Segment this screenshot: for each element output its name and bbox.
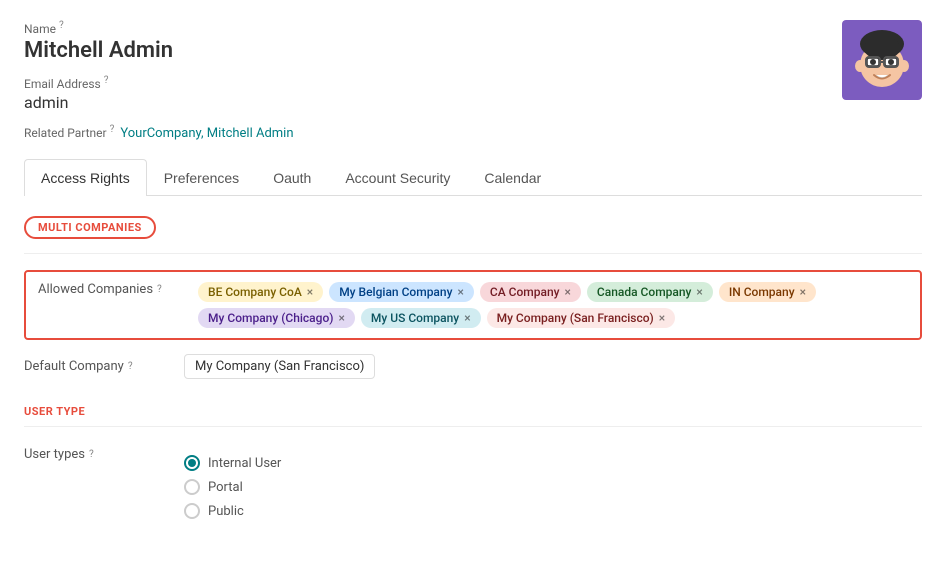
tab-account-security[interactable]: Account Security [328, 159, 467, 196]
tag-in-company-close[interactable]: × [800, 285, 806, 299]
tag-my-company-chicago: My Company (Chicago) × [198, 308, 355, 328]
user-type-radio-group: Internal User Portal Public [184, 455, 281, 519]
related-partner-label: Related Partner ? [24, 124, 114, 140]
tab-access-rights[interactable]: Access Rights [24, 159, 147, 196]
header-left: Name ? Mitchell Admin Email Address ? ad… [24, 20, 842, 142]
radio-item-public: Public [184, 503, 281, 519]
radio-item-portal: Portal [184, 479, 281, 495]
section-divider [24, 253, 922, 254]
tag-be-company-coa-close[interactable]: × [307, 285, 313, 299]
email-label: Email Address ? [24, 75, 842, 91]
default-company-label: Default Company ? [24, 359, 184, 374]
email-value: admin [24, 93, 842, 112]
tab-calendar[interactable]: Calendar [467, 159, 558, 196]
avatar [842, 20, 922, 100]
tag-my-belgian-company-close[interactable]: × [457, 285, 463, 299]
radio-internal[interactable] [184, 455, 200, 471]
related-partner-link[interactable]: YourCompany, Mitchell Admin [120, 126, 293, 141]
tag-my-company-sf: My Company (San Francisco) × [487, 308, 676, 328]
radio-public[interactable] [184, 503, 200, 519]
tag-canada-company: Canada Company × [587, 282, 713, 302]
name-value: Mitchell Admin [24, 38, 842, 63]
tag-ca-company: CA Company × [480, 282, 581, 302]
user-types-row: User types ? Internal User Portal Public [24, 443, 922, 523]
tag-my-belgian-company: My Belgian Company × [329, 282, 474, 302]
tab-oauth[interactable]: Oauth [256, 159, 328, 196]
tab-bar: Access Rights Preferences Oauth Account … [24, 158, 922, 196]
tag-my-company-sf-close[interactable]: × [659, 311, 665, 325]
tag-ca-company-close[interactable]: × [565, 285, 571, 299]
tag-canada-company-close[interactable]: × [696, 285, 702, 299]
header-section: Name ? Mitchell Admin Email Address ? ad… [24, 20, 922, 142]
radio-portal[interactable] [184, 479, 200, 495]
radio-internal-label: Internal User [208, 456, 281, 471]
allowed-companies-tags: BE Company CoA × My Belgian Company × CA… [198, 282, 908, 328]
user-types-label: User types ? [24, 447, 184, 462]
multi-companies-header: MULTI COMPANIES [24, 216, 156, 239]
default-company-row: Default Company ? My Company (San Franci… [24, 344, 922, 389]
radio-public-label: Public [208, 504, 244, 519]
allowed-companies-label: Allowed Companies ? [38, 282, 198, 297]
radio-item-internal: Internal User [184, 455, 281, 471]
tag-in-company: IN Company × [719, 282, 816, 302]
tab-preferences[interactable]: Preferences [147, 159, 256, 196]
page: Name ? Mitchell Admin Email Address ? ad… [0, 0, 946, 543]
user-type-divider [24, 426, 922, 427]
allowed-companies-row: Allowed Companies ? BE Company CoA × My … [24, 270, 922, 340]
user-type-section: USER TYPE User types ? Internal User Por… [24, 405, 922, 523]
tag-my-us-company: My US Company × [361, 308, 481, 328]
tag-my-company-chicago-close[interactable]: × [338, 311, 344, 325]
name-label: Name ? [24, 20, 842, 36]
tag-be-company-coa: BE Company CoA × [198, 282, 323, 302]
tag-my-us-company-close[interactable]: × [464, 311, 470, 325]
user-type-header: USER TYPE [24, 405, 922, 418]
related-partner-row: Related Partner ? YourCompany, Mitchell … [24, 124, 842, 142]
default-company-value[interactable]: My Company (San Francisco) [184, 354, 375, 379]
radio-portal-label: Portal [208, 480, 243, 495]
